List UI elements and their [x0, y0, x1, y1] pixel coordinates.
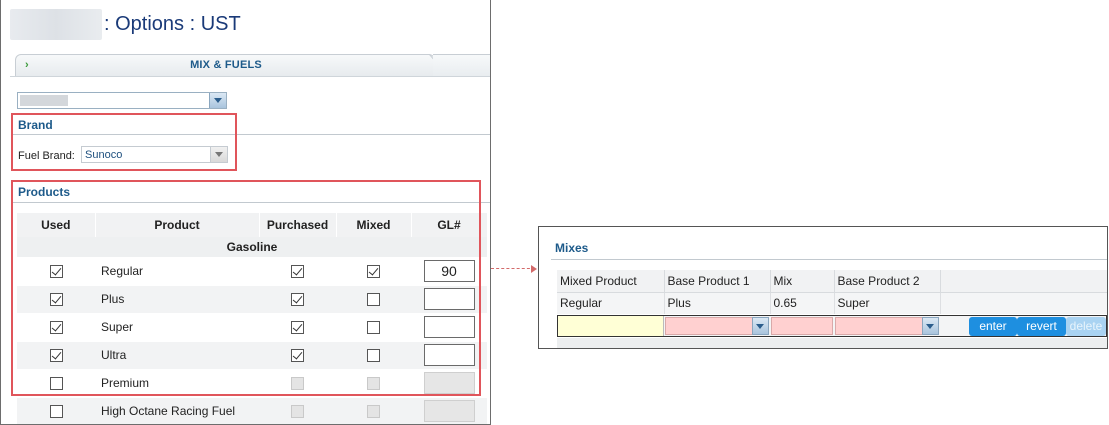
column-header-base-product-1: Base Product 1: [664, 270, 771, 293]
product-name: High Octane Racing Fuel: [95, 397, 259, 424]
actions-cell: [940, 292, 1107, 314]
options-panel: : Options : UST › MIX & FUELS Brand Fuel…: [0, 0, 491, 425]
chevron-down-icon[interactable]: [922, 317, 939, 335]
purchased-checkbox: [291, 405, 304, 419]
mix-cell: 0.65: [770, 292, 835, 314]
redacted-name: [10, 8, 102, 40]
chevron-down-icon[interactable]: [752, 317, 769, 335]
base-product-2-select[interactable]: [835, 317, 939, 335]
gl-number-input: [423, 400, 475, 422]
mixed-checkbox: [367, 405, 380, 419]
enter-button[interactable]: enter: [969, 317, 1017, 336]
column-header-base-product-2: Base Product 2: [834, 270, 941, 293]
column-header-mix: Mix: [770, 270, 835, 293]
mix-input[interactable]: [771, 317, 833, 335]
column-header-mixed-product: Mixed Product: [557, 270, 665, 293]
column-header-actions: [940, 270, 1107, 293]
used-checkbox[interactable]: [49, 405, 63, 419]
base-product-1-select[interactable]: [665, 317, 769, 335]
mixes-panel: Mixes Mixed Product Base Product 1 Mix B…: [538, 226, 1108, 349]
mix-edit-row: enter revert delete: [557, 315, 1107, 337]
mixes-footer: [557, 338, 1107, 348]
site-select[interactable]: [17, 92, 227, 109]
base-product-1-cell: Plus: [664, 292, 771, 314]
mixes-divider: [551, 259, 1107, 260]
tab-label: MIX & FUELS: [190, 59, 262, 71]
tab-mix-fuels[interactable]: › MIX & FUELS: [15, 54, 435, 76]
table-row[interactable]: Regular Plus 0.65 Super: [557, 292, 1107, 314]
brand-highlight-box: [11, 113, 237, 171]
mixed-product-input[interactable]: [558, 316, 664, 336]
arrow-head-icon: [531, 265, 537, 273]
delete-button: delete: [1066, 317, 1106, 336]
mixes-section-title: Mixes: [555, 241, 589, 255]
revert-button[interactable]: revert: [1017, 317, 1066, 336]
connector-line: [491, 268, 535, 269]
chevron-down-icon[interactable]: [209, 93, 226, 108]
mixes-header-row: Mixed Product Base Product 1 Mix Base Pr…: [557, 270, 1107, 293]
redacted-value: [20, 95, 68, 106]
products-highlight-box: [11, 180, 481, 396]
table-row: High Octane Racing Fuel: [17, 397, 487, 424]
mixed-product-cell: Regular: [557, 292, 665, 314]
page-title: : Options : UST: [10, 8, 241, 40]
mixes-table: Mixed Product Base Product 1 Mix Base Pr…: [557, 270, 1107, 314]
base-product-2-cell: Super: [834, 292, 941, 314]
tab-divider: [10, 76, 490, 77]
tab-strip: › MIX & FUELS: [15, 54, 490, 76]
page-title-text: : Options : UST: [104, 12, 241, 35]
tab-strip-filler: [433, 54, 490, 76]
